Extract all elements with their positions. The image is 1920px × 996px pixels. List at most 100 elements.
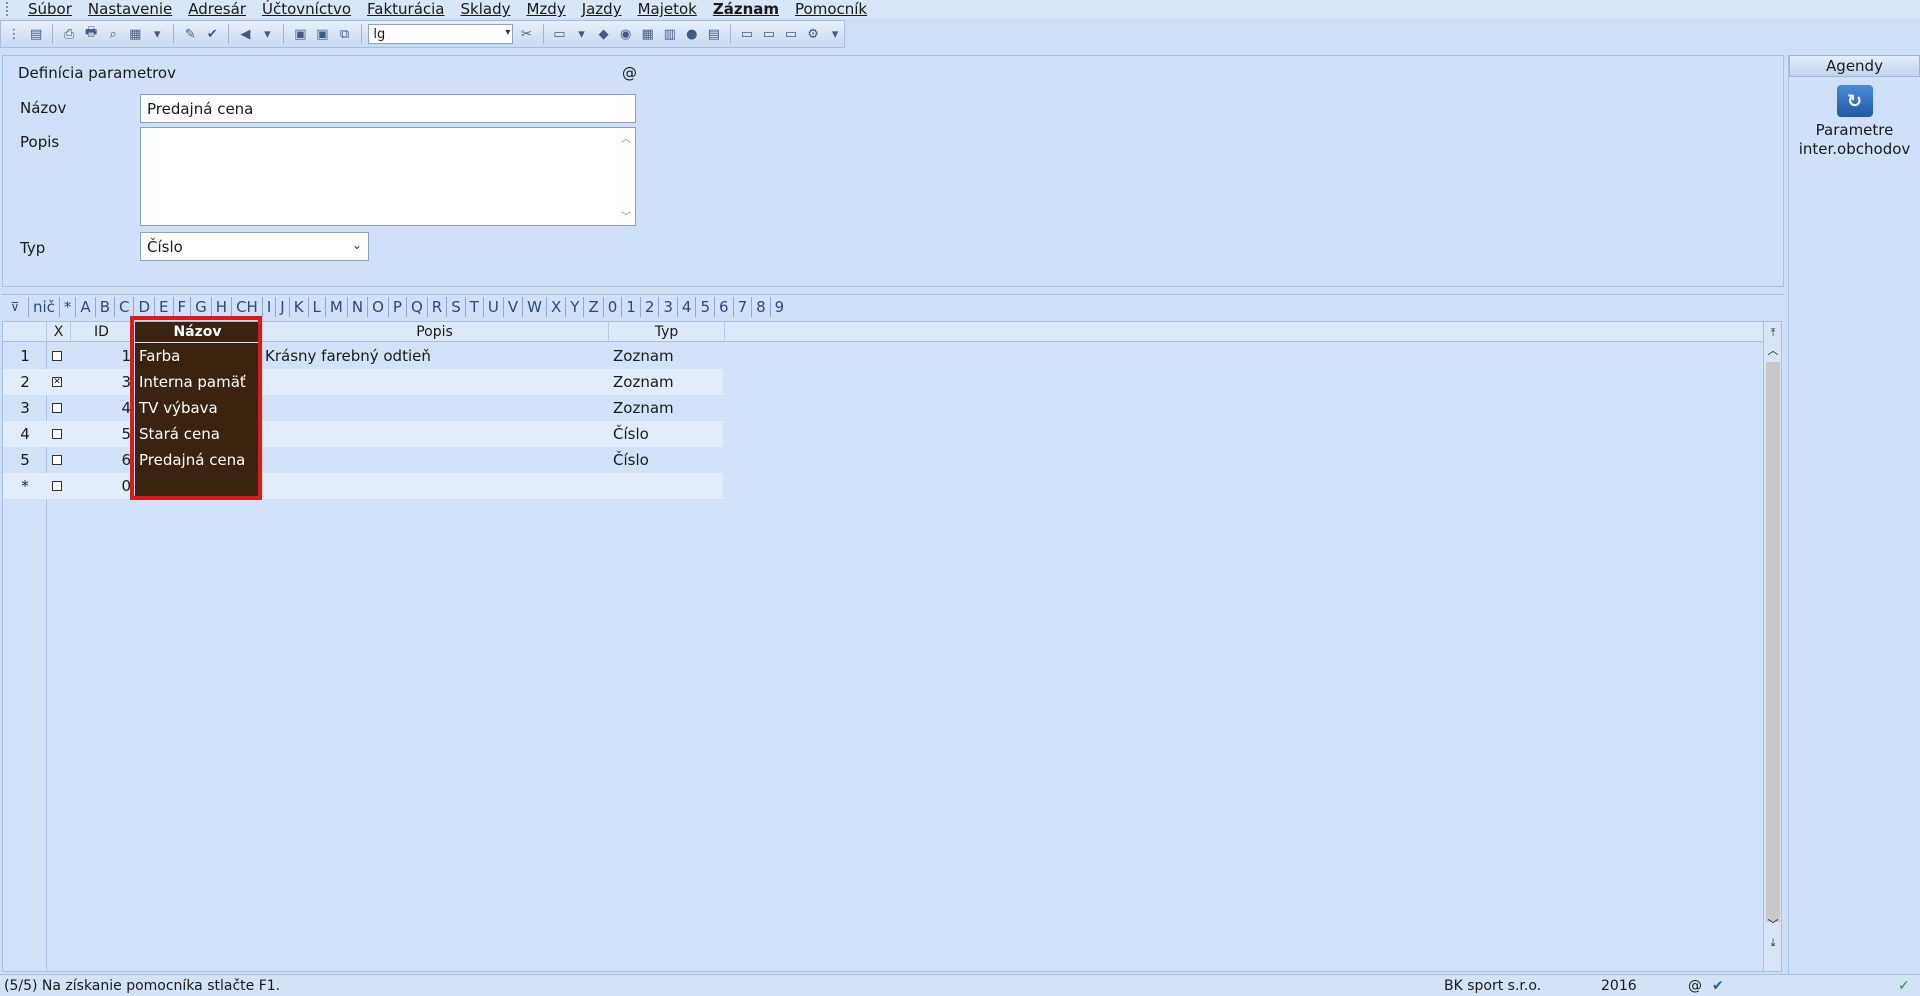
alpha-filter-item[interactable]: CH <box>231 297 262 317</box>
menu-item[interactable]: Adresár <box>180 0 254 18</box>
menu-item[interactable]: Záznam <box>705 0 787 18</box>
monitor-icon[interactable]: ▭ <box>782 24 800 44</box>
alpha-filter-item[interactable]: M <box>324 297 347 317</box>
cell-nazov[interactable] <box>135 473 261 499</box>
header-nazov[interactable]: Názov <box>135 322 261 342</box>
popis-field[interactable]: ︿ ﹀ <box>140 127 636 226</box>
copy-icon[interactable]: ⧉ <box>335 24 353 44</box>
alpha-filter-item[interactable]: 9 <box>769 297 789 317</box>
popis-scrollbar[interactable]: ︿ ﹀ <box>619 130 633 223</box>
alpha-filter-item[interactable]: U <box>482 297 503 317</box>
menu-item[interactable]: Mzdy <box>518 0 573 18</box>
alpha-filter-item[interactable]: X <box>546 297 565 317</box>
alpha-filter-item[interactable]: 8 <box>751 297 770 317</box>
alpha-filter-item[interactable]: 4 <box>676 297 696 317</box>
alpha-filter-item[interactable]: S <box>446 297 465 317</box>
clear-filter-icon[interactable]: ✂ <box>517 24 535 44</box>
new-record-icon[interactable]: ✎ <box>181 24 199 44</box>
header-id[interactable]: ID <box>71 322 133 342</box>
alpha-filter-item[interactable]: J <box>275 297 288 317</box>
alpha-filter-item[interactable]: F <box>172 297 191 317</box>
currency-icon[interactable]: ◉ <box>617 24 635 44</box>
row-checkbox[interactable] <box>52 351 62 361</box>
alpha-filter-item[interactable]: R <box>426 297 446 317</box>
print-dropdown-icon[interactable]: ▾ <box>148 24 166 44</box>
filter-icon[interactable]: ⊽ <box>2 300 28 314</box>
cell-nazov[interactable]: Predajná cena <box>135 447 261 473</box>
alpha-filter-item[interactable]: L <box>307 297 325 317</box>
check-icon[interactable]: ✔ <box>1712 975 1724 996</box>
alpha-filter-item[interactable]: P <box>387 297 406 317</box>
alpha-filter-item[interactable]: V <box>502 297 522 317</box>
back-dropdown-icon[interactable]: ▾ <box>258 24 276 44</box>
alpha-filter-item[interactable]: G <box>190 297 211 317</box>
folder-dropdown-icon[interactable]: ▾ <box>572 24 590 44</box>
table-row[interactable]: 3 4 TV výbava Zoznam <box>3 395 723 421</box>
combo-dropdown-icon[interactable]: ▾ <box>505 27 510 38</box>
menu-item[interactable]: Pomocník <box>787 0 875 18</box>
cell-nazov[interactable]: Stará cena <box>135 421 261 447</box>
alpha-filter-item[interactable]: 2 <box>639 297 659 317</box>
table-row[interactable]: 5 6 Predajná cena Číslo <box>3 447 723 473</box>
row-checkbox[interactable] <box>52 429 62 439</box>
coins-icon[interactable]: ● <box>683 24 701 44</box>
menu-item[interactable]: Jazdy <box>574 0 630 18</box>
nazov-field[interactable]: Predajná cena <box>140 94 636 123</box>
table-icon[interactable]: ▥ <box>661 24 679 44</box>
alpha-filter-item[interactable]: H <box>210 297 231 317</box>
alpha-filter-item[interactable]: A <box>75 297 94 317</box>
save-icon[interactable]: ▣ <box>291 24 309 44</box>
alpha-filter-item[interactable]: Q <box>405 297 427 317</box>
menu-item[interactable]: Fakturácia <box>359 0 452 18</box>
typ-select[interactable]: Číslo ⌄ <box>140 232 369 261</box>
window-list-icon[interactable]: ▭ <box>760 24 778 44</box>
alpha-filter-item[interactable]: C <box>113 297 133 317</box>
search-combo[interactable]: lg ▾ <box>368 24 514 44</box>
header-popis[interactable]: Popis <box>261 322 609 342</box>
alpha-filter-item[interactable]: B <box>94 297 114 317</box>
alpha-filter-item[interactable]: O <box>367 297 388 317</box>
scroll-down-icon[interactable]: ﹀ <box>1764 916 1782 934</box>
scroll-bottom-icon[interactable]: ⤓ <box>1764 934 1782 952</box>
alpha-filter-item[interactable]: Z <box>583 297 602 317</box>
alpha-filter-item[interactable]: 1 <box>621 297 640 317</box>
alpha-filter-item[interactable]: 6 <box>714 297 733 317</box>
agenda-parametre-label[interactable]: Parametre inter.obchodov <box>1789 121 1920 159</box>
table-row[interactable]: 4 5 Stará cena Číslo <box>3 421 723 447</box>
scroll-up-icon[interactable]: ︿ <box>1764 342 1782 360</box>
alpha-filter-item[interactable]: D <box>133 297 154 317</box>
settings-icon[interactable]: ⚙ <box>804 24 822 44</box>
print-setup-icon[interactable]: ⎙ <box>60 24 78 44</box>
scroll-down-icon[interactable]: ﹀ <box>621 208 631 223</box>
menu-item[interactable]: Majetok <box>630 0 705 18</box>
alpha-filter-item[interactable]: 5 <box>695 297 714 317</box>
open-icon[interactable]: ▤ <box>27 24 45 44</box>
chevron-down-icon[interactable]: ⌄ <box>352 238 362 252</box>
scroll-top-icon[interactable]: ⤒ <box>1764 324 1782 342</box>
menu-item[interactable]: Účtovníctvo <box>254 0 359 18</box>
print-icon[interactable]: 🖶 <box>82 24 100 44</box>
alpha-filter-item[interactable]: I <box>261 297 275 317</box>
settings-dropdown-icon[interactable]: ▾ <box>826 24 844 44</box>
alpha-filter-item[interactable]: Y <box>565 297 583 317</box>
menu-item[interactable]: Súbor <box>20 0 80 18</box>
header-x[interactable]: X <box>47 322 71 342</box>
alpha-filter-item[interactable]: 7 <box>732 297 752 317</box>
row-checkbox[interactable]: ✕ <box>52 377 62 387</box>
menu-item[interactable]: Nastavenie <box>80 0 180 18</box>
scrollbar-thumb[interactable] <box>1766 362 1780 922</box>
money-icon[interactable]: ◆ <box>595 24 613 44</box>
table-row[interactable]: * 0 <box>3 473 723 499</box>
edit-record-icon[interactable]: ✔ <box>203 24 221 44</box>
scroll-up-icon[interactable]: ︿ <box>621 130 631 145</box>
alpha-filter-item[interactable]: 3 <box>658 297 677 317</box>
calculator-icon[interactable]: ▦ <box>639 24 657 44</box>
export-icon[interactable]: ▦ <box>126 24 144 44</box>
vertical-scrollbar[interactable]: ⤒ ︿ ﹀ ⤓ <box>1763 322 1781 971</box>
alpha-filter-item[interactable]: 0 <box>602 297 622 317</box>
cell-nazov[interactable]: Interna pamäť <box>135 369 261 395</box>
cell-nazov[interactable]: TV výbava <box>135 395 261 421</box>
back-icon[interactable]: ◀ <box>236 24 254 44</box>
agenda-parametre-icon[interactable]: ↻ <box>1836 85 1873 117</box>
alpha-filter-item[interactable]: E <box>154 297 172 317</box>
